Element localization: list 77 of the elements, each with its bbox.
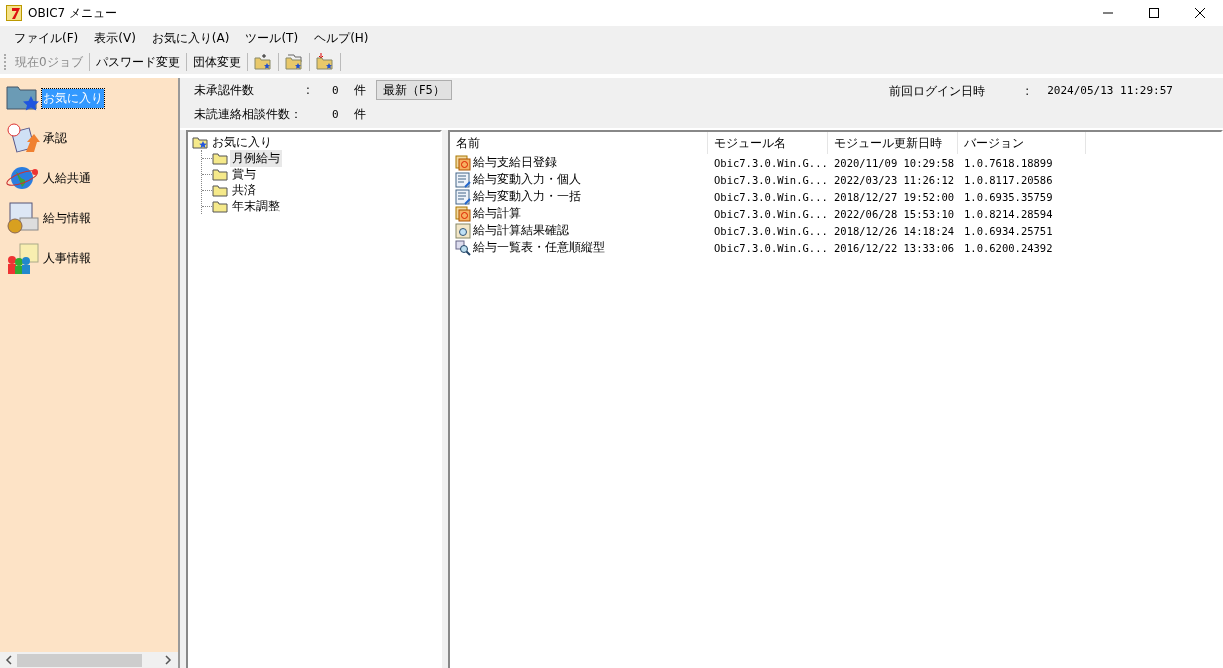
toolbar-button[interactable]: パスワード変更 [92,51,183,73]
column-header[interactable]: モジュール更新日時 [828,132,958,154]
tree-item[interactable]: 年末調整 [230,197,282,215]
table-cell-text: 1.0.8117.20586 [963,172,1054,188]
menu-item[interactable]: お気に入り(A) [143,27,238,49]
folder-star-icon [6,83,40,113]
table-cell-text: 2022/06/28 15:53:10 [833,206,956,222]
unit-text: 件 [354,106,366,122]
sidebar-item[interactable]: 人給共通 [42,168,92,188]
tree-item[interactable]: お気に入り [210,133,274,151]
folder-icon [212,199,228,213]
horizontal-scrollbar[interactable] [0,652,178,668]
caret-left-icon[interactable] [5,655,13,665]
menu-item[interactable]: 表示(V) [86,27,144,49]
folder-arrow-icon [315,53,334,71]
last-login-label: 前回ログイン日時 [889,84,987,99]
tree-item[interactable]: 共済 [230,181,258,199]
table-cell-text: 2018/12/26 14:18:24 [833,223,956,239]
column-header[interactable]: 名前 [450,132,708,154]
table-cell-text: 1.0.6935.35759 [963,189,1054,205]
maximize-icon [1149,8,1159,18]
folder-icon [212,167,228,181]
sidebar-item[interactable]: 承認 [42,128,68,148]
table-cell-text: 1.0.6934.25751 [963,223,1054,239]
folder-icon [212,151,228,165]
menu-item[interactable]: ヘルプ(H) [306,27,377,49]
column-header[interactable]: モジュール名 [708,132,828,154]
module-name[interactable]: 給与計算結果確認 [473,222,569,239]
menu-item[interactable]: ファイル(F) [6,27,87,49]
table-cell-text: Obic7.3.0.Win.G... [713,172,828,188]
folder-icon [212,183,228,197]
tree-item[interactable]: 賞与 [230,165,258,183]
unread-count: 0 [332,107,340,121]
colon-text: : [306,83,311,97]
toolbar-button[interactable]: 団体変更 [189,51,244,73]
table-cell-text: Obic7.3.0.Win.G... [713,206,828,222]
module-name[interactable]: 給与支給日登録 [473,154,557,171]
form-document-icon [455,171,471,188]
window-title: OBIC7 メニュー [28,4,118,22]
document-stamp-icon [6,122,40,154]
caret-right-icon[interactable] [164,655,172,665]
table-cell-text: 2016/12/22 13:33:06 [833,240,956,256]
module-name[interactable]: 給与計算 [473,205,521,222]
pending-count: 0 [332,83,340,97]
module-name[interactable]: 給与一覧表・任意順縦型 [473,239,605,256]
module-name[interactable]: 給与変動入力・個人 [473,171,581,188]
form-document-icon [455,188,471,205]
close-icon [1195,8,1205,18]
document-magnifier-icon [455,222,471,239]
table-cell-text: Obic7.3.0.Win.G... [713,223,828,239]
pending-label: 未承認件数 [194,82,255,98]
org-chart-people-icon [6,242,40,274]
colon-text: : [1025,84,1031,98]
table-cell-text: Obic7.3.0.Win.G... [713,155,828,171]
column-header[interactable]: バージョン [958,132,1086,154]
menu-item[interactable]: ツール(T) [237,27,307,49]
magnifier-icon [455,239,471,256]
table-cell-text: 1.0.6200.24392 [963,240,1054,256]
tree-item[interactable]: 月例給与 [230,149,282,167]
last-login-value: 2024/05/13 11:29:57 [1047,84,1173,97]
folders-icon [284,53,303,71]
app-logo-icon [6,5,22,21]
table-cell-text: 1.0.8214.28594 [963,206,1054,222]
unread-label: 未読連絡相談件数： [194,106,303,122]
table-cell-text: 2020/11/09 10:29:58 [833,155,956,171]
table-cell-text: Obic7.3.0.Win.G... [713,189,828,205]
refresh-button[interactable]: 最新（F5） [376,80,452,100]
folder-star-icon [192,135,208,149]
table-cell-text: 2018/12/27 19:52:00 [833,189,956,205]
table-cell-text: 1.0.7618.18899 [963,155,1054,171]
table-cell-text: Obic7.3.0.Win.G... [713,240,828,256]
sidebar-item[interactable]: 人事情報 [42,248,92,268]
module-name[interactable]: 給与変動入力・一括 [473,188,581,205]
unit-text: 件 [354,82,366,98]
payroll-icon [6,202,40,234]
table-cell-text: 2022/03/23 11:26:12 [833,172,956,188]
sidebar-item[interactable]: 給与情報 [42,208,92,228]
